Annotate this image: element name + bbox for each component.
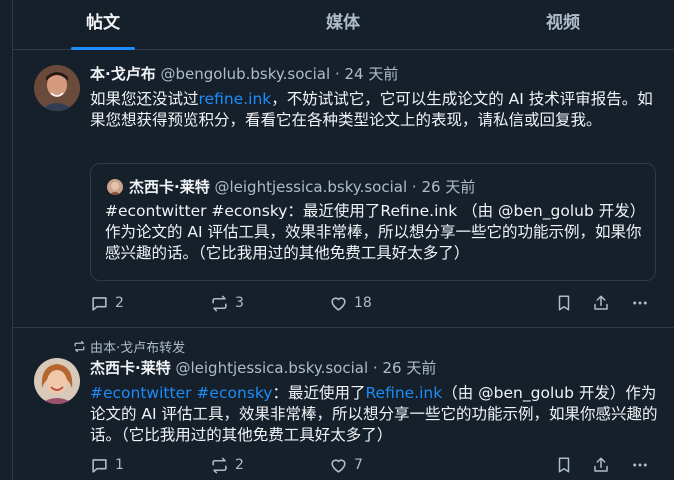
post-time[interactable]: 24 天前 (345, 65, 399, 83)
active-tab-indicator (71, 47, 135, 50)
repost-count: 2 (235, 457, 244, 473)
post-actions: 2 3 18 (90, 292, 650, 314)
tab-posts[interactable]: 帖文 (13, 0, 193, 50)
profile-tabs: 帖文 媒体 视频 (13, 0, 674, 50)
repost-button[interactable]: 3 (210, 292, 244, 314)
more-options-button[interactable] (631, 292, 649, 314)
post-text: #econtwitter #econsky：最近使用了Refine.ink（由 … (90, 383, 662, 446)
more-icon (633, 301, 647, 305)
post-header: 杰西卡·莱特 @leightjessica.bsky.social · 26 天… (90, 358, 436, 378)
post-item[interactable]: 本·戈卢布 @bengolub.bsky.social · 24 天前 如果您还… (13, 51, 674, 328)
tab-media-label: 媒体 (326, 13, 360, 33)
like-count: 18 (354, 295, 372, 311)
like-button[interactable]: 18 (329, 292, 372, 314)
tab-posts-label: 帖文 (86, 13, 120, 33)
repost-button[interactable]: 2 (210, 454, 244, 476)
author-avatar-icon (34, 358, 80, 404)
quote-author-handle: @leightjessica.bsky.social (214, 178, 408, 196)
quote-author-avatar-icon (107, 179, 123, 195)
avatar[interactable] (34, 358, 80, 404)
share-icon (594, 457, 608, 472)
separator-dot: · (334, 65, 340, 83)
reply-count: 1 (115, 457, 124, 473)
post-text-start: 如果您还没试过 (90, 90, 199, 108)
post-actions: 1 2 7 (90, 454, 650, 476)
heart-icon (331, 296, 346, 311)
share-icon (594, 295, 608, 310)
like-button[interactable]: 7 (329, 454, 363, 476)
quote-text: #econtwitter #econsky：最近使用了Refine.ink （由… (105, 202, 642, 262)
reply-icon (92, 296, 107, 311)
hashtag-link[interactable]: #econsky (196, 384, 272, 402)
like-count: 7 (354, 457, 363, 473)
author-avatar-icon (34, 65, 80, 111)
hashtag-link[interactable]: #econtwitter (90, 384, 191, 402)
reply-icon (92, 458, 107, 473)
post-link[interactable]: refine.ink (199, 90, 272, 108)
reply-button[interactable]: 2 (90, 292, 124, 314)
author-handle[interactable]: @leightjessica.bsky.social (175, 359, 368, 377)
more-icon (633, 463, 647, 467)
reply-button[interactable]: 1 (90, 454, 124, 476)
quote-header: 杰西卡·莱特 @leightjessica.bsky.social · 26 天… (129, 177, 475, 197)
post-time[interactable]: 26 天前 (382, 359, 436, 377)
repost-note-text: 由本·戈卢布转发 (90, 341, 186, 356)
quoted-post[interactable]: 杰西卡·莱特 @leightjessica.bsky.social · 26 天… (90, 163, 656, 281)
post-header: 本·戈卢布 @bengolub.bsky.social · 24 天前 (90, 64, 398, 84)
separator-dot: · (372, 359, 378, 377)
bookmark-icon (558, 295, 570, 311)
feed-panel: 帖文 媒体 视频 本·戈卢布 @bengolub.bsky.social · 2… (12, 0, 674, 480)
quote-avatar (107, 179, 123, 195)
heart-icon (331, 458, 346, 473)
author-handle[interactable]: @bengolub.bsky.social (160, 65, 330, 83)
tab-videos[interactable]: 视频 (473, 0, 653, 50)
tab-media[interactable]: 媒体 (253, 0, 433, 50)
repost-indicator[interactable]: 由本·戈卢布转发 (73, 337, 185, 356)
post-text-mid: ：最近使用了 (272, 384, 366, 402)
share-button[interactable] (592, 454, 610, 476)
more-options-button[interactable] (631, 454, 649, 476)
avatar[interactable] (34, 65, 80, 111)
reply-count: 2 (115, 295, 124, 311)
repost-icon (74, 340, 85, 353)
repost-icon (212, 457, 227, 473)
post-text: 如果您还没试过refine.ink，不妨试试它，它可以生成论文的 AI 技术评审… (90, 89, 662, 131)
repost-icon (212, 295, 227, 311)
author-name[interactable]: 杰西卡·莱特 (90, 359, 171, 377)
quote-time: 26 天前 (421, 178, 476, 196)
bookmark-button[interactable] (555, 454, 573, 476)
quote-author-name: 杰西卡·莱特 (129, 178, 210, 196)
separator-dot: · (411, 178, 417, 196)
author-name[interactable]: 本·戈卢布 (90, 65, 156, 83)
share-button[interactable] (592, 292, 610, 314)
bookmark-icon (558, 457, 570, 473)
tab-videos-label: 视频 (546, 13, 580, 33)
post-item[interactable]: 由本·戈卢布转发 杰西卡·莱特 @leightjessica.bsky.soci… (13, 329, 674, 480)
bookmark-button[interactable] (555, 292, 573, 314)
post-link[interactable]: Refine.ink (365, 384, 442, 402)
repost-count: 3 (235, 295, 244, 311)
